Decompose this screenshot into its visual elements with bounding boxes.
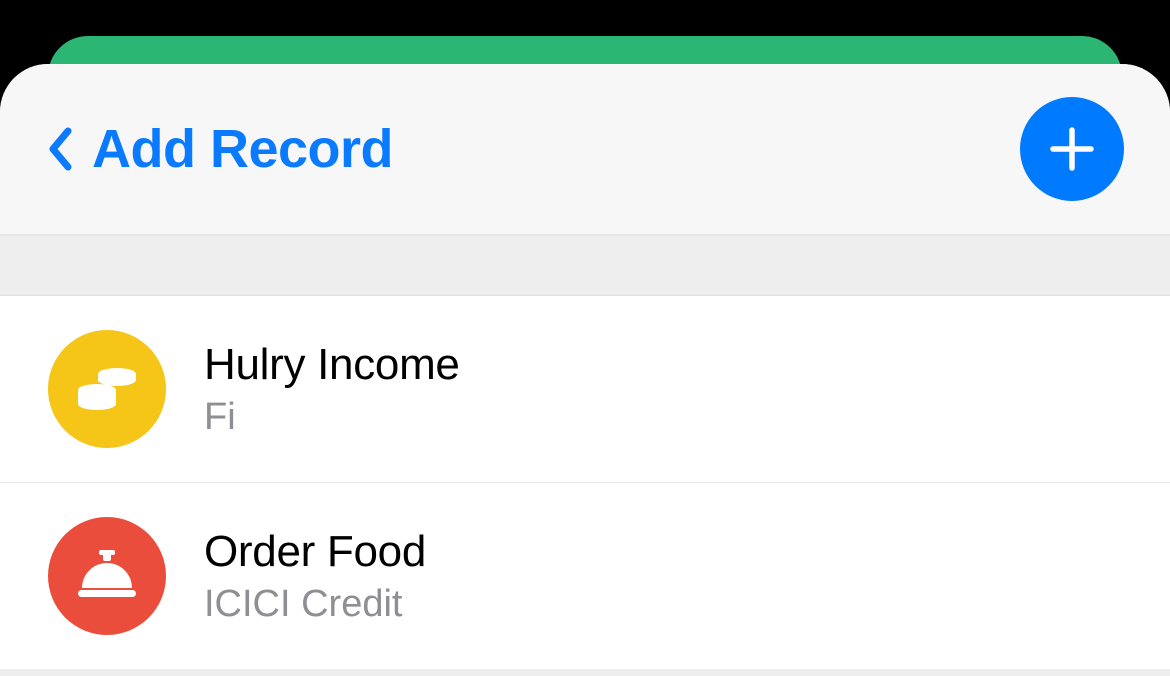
add-button[interactable] [1020,97,1124,201]
list-item-subtitle: Fi [204,396,460,439]
chevron-left-icon [46,126,74,172]
list-item-title: Hulry Income [204,340,460,390]
record-list: Hulry Income Fi Order Food ICICI Credit [0,296,1170,669]
back-button[interactable]: Add Record [46,118,393,180]
nav-title: Add Record [92,118,393,180]
list-item[interactable]: Hulry Income Fi [0,296,1170,483]
list-item-title: Order Food [204,527,426,577]
list-item[interactable]: Order Food ICICI Credit [0,483,1170,669]
section-spacer [0,236,1170,296]
service-bell-icon [48,517,166,635]
plus-icon [1047,124,1097,174]
nav-header: Add Record [0,64,1170,236]
coins-icon [48,330,166,448]
list-item-text: Hulry Income Fi [204,340,460,439]
list-item-subtitle: ICICI Credit [204,583,426,626]
list-item-text: Order Food ICICI Credit [204,527,426,626]
sheet: Add Record [0,64,1170,676]
